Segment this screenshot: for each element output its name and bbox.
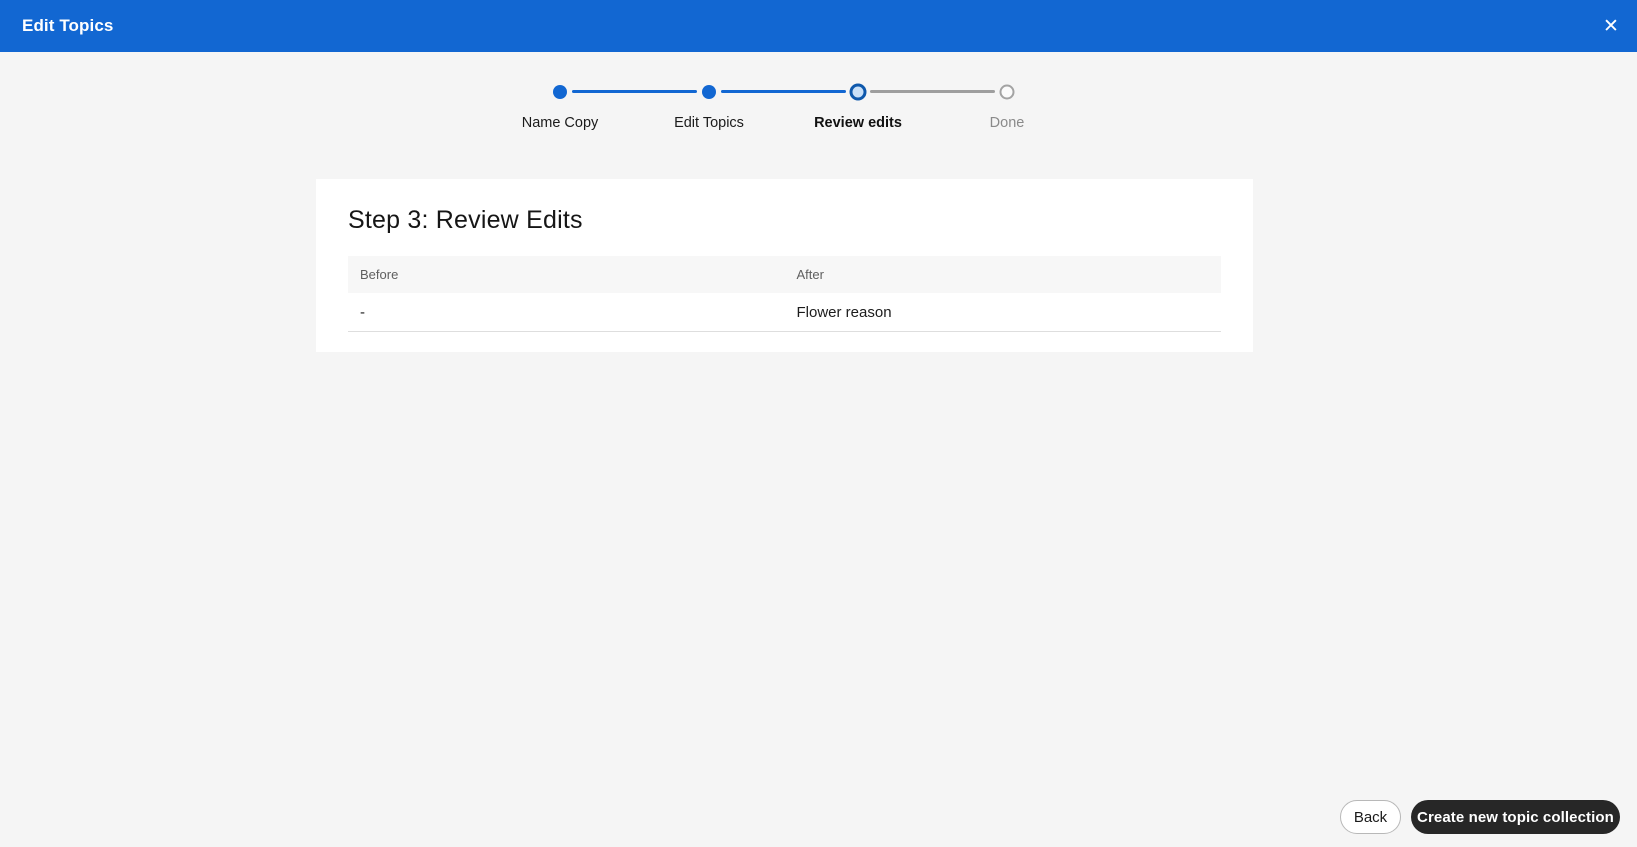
edit-topics-wizard: Edit Topics ✕ Name Copy Edit Topics Revi… — [0, 0, 1637, 847]
after-cell: Flower reason — [784, 293, 1221, 332]
before-cell: - — [348, 293, 785, 332]
table-row: - Flower reason — [348, 293, 1221, 332]
step-title: Step 3: Review Edits — [348, 206, 583, 234]
step-dot-done[interactable] — [999, 84, 1015, 100]
step-label-review-edits: Review edits — [814, 115, 902, 131]
back-button[interactable]: Back — [1340, 800, 1401, 834]
wizard-stepper: Name Copy Edit Topics Review edits Done — [0, 0, 1637, 140]
step-dot-review-edits[interactable] — [849, 83, 867, 101]
step-label-name-copy: Name Copy — [521, 115, 599, 131]
column-header-before: Before — [348, 256, 785, 293]
stepper-connector-2 — [721, 90, 846, 93]
step-dot-name-copy[interactable] — [553, 85, 567, 99]
create-new-topic-collection-button[interactable]: Create new topic collection — [1411, 800, 1620, 834]
step-label-edit-topics: Edit Topics — [674, 115, 744, 131]
column-header-after: After — [784, 256, 1221, 293]
review-edits-card: Step 3: Review Edits Before After - Flow… — [316, 179, 1253, 352]
step-label-done: Done — [989, 115, 1025, 131]
stepper-connector-1 — [572, 90, 697, 93]
review-table: Before After - Flower reason — [348, 256, 1221, 332]
stepper-connector-3 — [870, 90, 995, 93]
step-dot-edit-topics[interactable] — [702, 85, 716, 99]
table-header-row: Before After — [348, 256, 1221, 293]
